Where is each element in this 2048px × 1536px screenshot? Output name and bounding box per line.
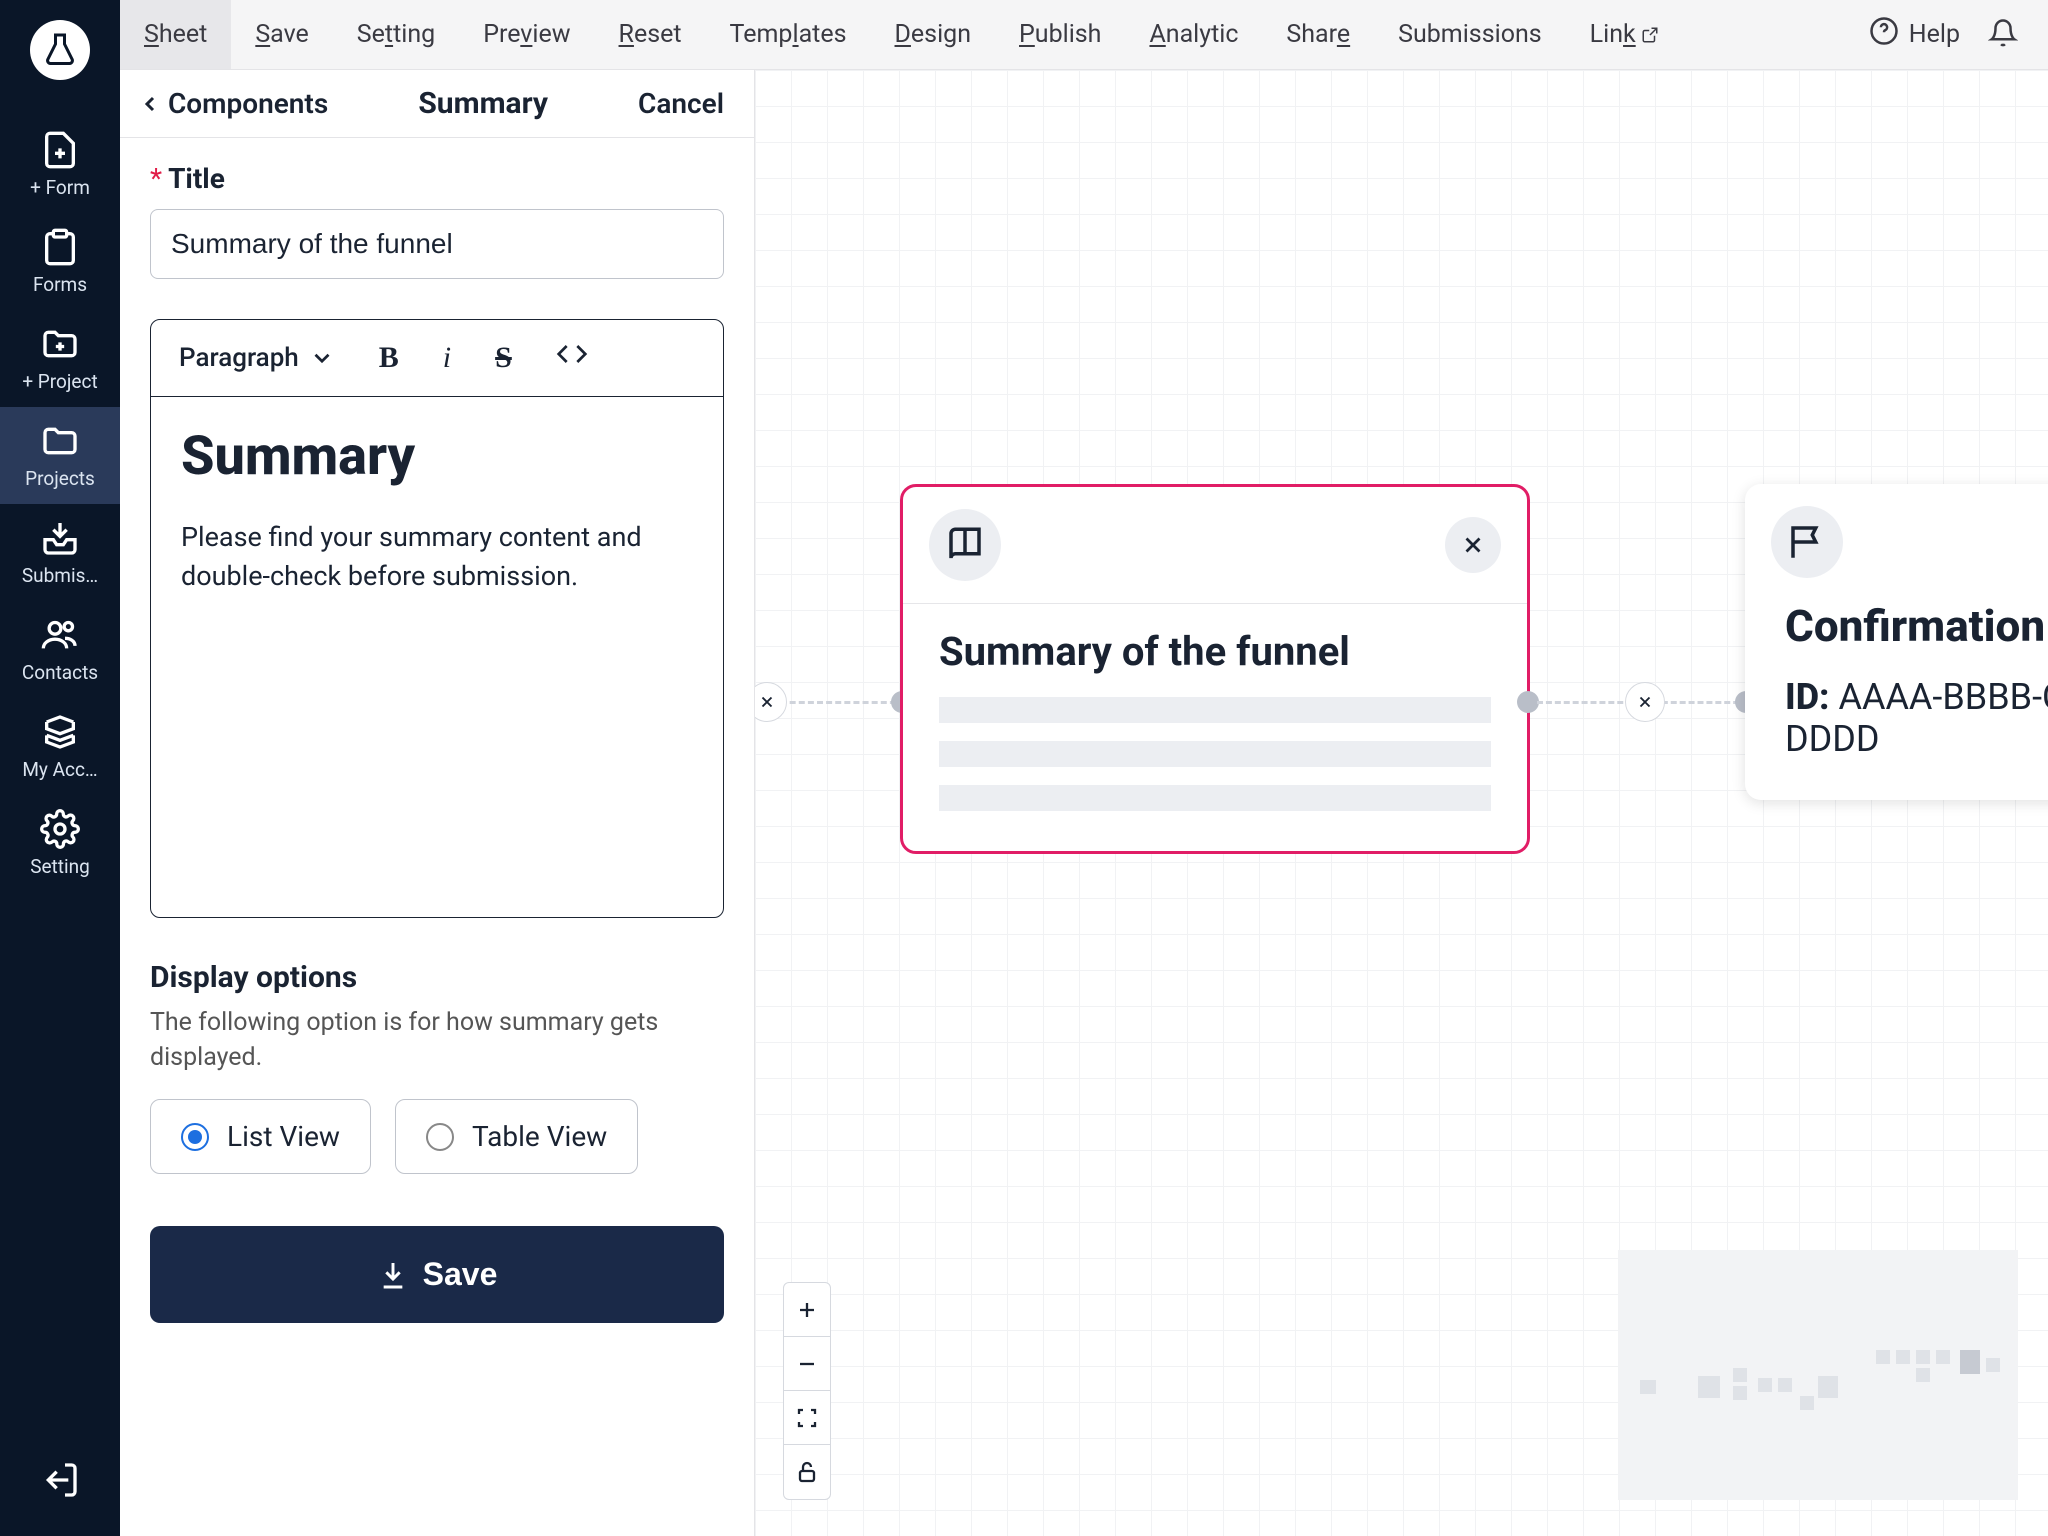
menu-publish[interactable]: Publish (995, 0, 1125, 69)
display-options-title: Display options (150, 960, 724, 995)
flag-icon (1771, 506, 1843, 578)
left-sidebar: + Form Forms + Project Projects Submis… … (0, 0, 120, 1536)
lock-toggle-button[interactable] (784, 1445, 830, 1499)
notifications-button[interactable] (1988, 18, 2018, 52)
menu-design[interactable]: Design (871, 0, 996, 69)
placeholder-line (939, 785, 1491, 811)
bold-button[interactable]: B (379, 341, 399, 375)
rich-text-editor: Paragraph B i S Summary Please find your… (150, 319, 724, 918)
nav-setting[interactable]: Setting (0, 795, 120, 892)
edge-delete-button[interactable] (1625, 682, 1665, 722)
external-link-icon (1636, 20, 1659, 49)
node-close-button[interactable] (1445, 517, 1501, 573)
canvas-minimap[interactable] (1618, 1250, 2018, 1500)
edge-delete-button[interactable] (755, 682, 787, 722)
title-input[interactable] (150, 209, 724, 279)
edge-port[interactable] (1517, 691, 1539, 713)
editor-content[interactable]: Summary Please find your summary content… (151, 397, 723, 917)
menu-analytic[interactable]: Analytic (1125, 0, 1262, 69)
zoom-out-button[interactable] (784, 1337, 830, 1391)
cancel-button[interactable]: Cancel (638, 87, 724, 120)
menu-share[interactable]: Share (1262, 0, 1374, 69)
canvas-controls (783, 1282, 831, 1500)
nav-submissions[interactable]: Submis… (0, 504, 120, 601)
app-logo (30, 20, 90, 80)
menu-submissions[interactable]: Submissions (1374, 0, 1566, 69)
paragraph-style-dropdown[interactable]: Paragraph (179, 343, 335, 373)
menu-setting[interactable]: Setting (333, 0, 459, 69)
menu-templates[interactable]: Templates (706, 0, 871, 69)
display-option-list[interactable]: List View (150, 1099, 371, 1174)
nav-my-account[interactable]: My Acc… (0, 698, 120, 795)
menu-preview[interactable]: Preview (459, 0, 594, 69)
strikethrough-button[interactable]: S (495, 341, 512, 375)
nav-add-project[interactable]: + Project (0, 310, 120, 407)
nav-add-form[interactable]: + Form (0, 116, 120, 213)
placeholder-line (939, 741, 1491, 767)
menu-save[interactable]: Save (231, 0, 332, 69)
flow-canvas[interactable]: Summary of the funnel Confirmation ID: A… (755, 70, 2048, 1536)
nav-logout[interactable] (0, 1446, 120, 1536)
title-field-label: *Title (150, 162, 724, 195)
download-icon (377, 1259, 409, 1291)
property-panel: Components Summary Cancel *Title Paragra… (120, 70, 755, 1536)
help-button[interactable]: Help (1869, 16, 1960, 53)
menu-reset[interactable]: Reset (595, 0, 706, 69)
book-icon (929, 509, 1001, 581)
top-menu-bar: Sheet Save Setting Preview Reset Templat… (120, 0, 2048, 70)
nav-forms[interactable]: Forms (0, 213, 120, 310)
nav-projects[interactable]: Projects (0, 407, 120, 504)
editor-heading: Summary (181, 425, 693, 488)
display-option-table[interactable]: Table View (395, 1099, 638, 1174)
canvas-node-summary[interactable]: Summary of the funnel (900, 484, 1530, 854)
zoom-in-button[interactable] (784, 1283, 830, 1337)
placeholder-line (939, 697, 1491, 723)
display-options-desc: The following option is for how summary … (150, 1005, 724, 1075)
node-title: Summary of the funnel (939, 628, 1491, 675)
italic-button[interactable]: i (443, 341, 451, 375)
node-title: Confirmation (1785, 600, 2048, 652)
radio-checked-icon (181, 1123, 209, 1151)
node-confirmation-id: ID: AAAA-BBBB-CCCC-DDDD (1785, 676, 2048, 760)
help-icon (1869, 16, 1899, 53)
chevron-down-icon (309, 345, 335, 371)
canvas-node-confirmation[interactable]: Confirmation ID: AAAA-BBBB-CCCC-DDDD (1745, 484, 2048, 800)
panel-title: Summary (418, 86, 548, 121)
fit-view-button[interactable] (784, 1391, 830, 1445)
code-button[interactable] (556, 338, 588, 378)
radio-unchecked-icon (426, 1123, 454, 1151)
save-button[interactable]: Save (150, 1226, 724, 1323)
menu-link[interactable]: Link (1566, 0, 1683, 69)
nav-contacts[interactable]: Contacts (0, 601, 120, 698)
editor-paragraph: Please find your summary content and dou… (181, 518, 693, 596)
menu-sheet[interactable]: Sheet (120, 0, 231, 69)
back-to-components[interactable]: Components (138, 87, 328, 120)
